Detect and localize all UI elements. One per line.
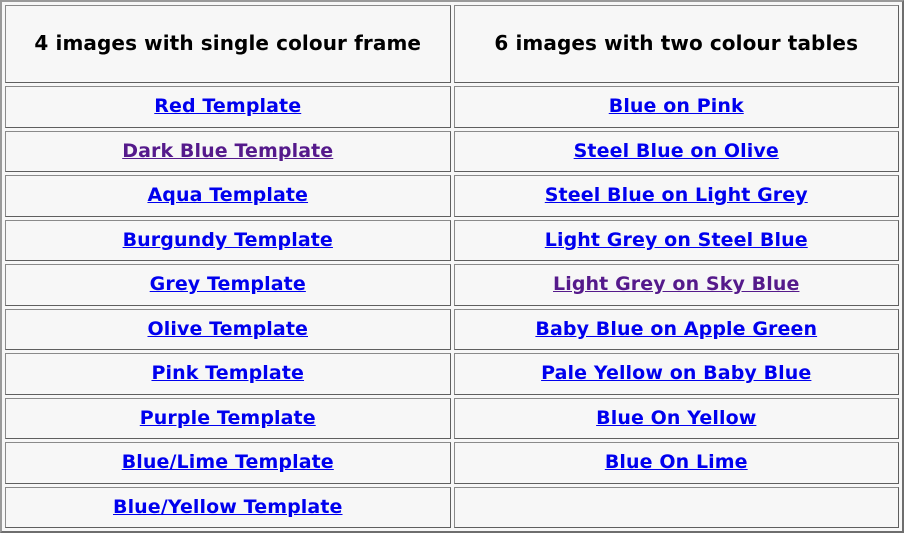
table-cell-left[interactable]: Purple Template bbox=[5, 397, 451, 439]
table-cell-left[interactable]: Grey Template bbox=[5, 264, 451, 306]
table-cell-right[interactable]: Blue On Yellow bbox=[453, 397, 899, 439]
template-link[interactable]: Purple Template bbox=[140, 407, 316, 429]
template-link[interactable]: Blue On Lime bbox=[605, 452, 748, 473]
template-link[interactable]: Pale Yellow on Baby Blue bbox=[541, 363, 811, 384]
template-link[interactable]: Blue/Lime Template bbox=[122, 452, 334, 473]
column-header-label: 6 images with two colour tables bbox=[494, 31, 859, 56]
table-cell-left[interactable]: Red Template bbox=[5, 86, 451, 128]
table-cell-left[interactable]: Burgundy Template bbox=[5, 219, 451, 261]
table-row: Red Template Blue on Pink bbox=[5, 86, 899, 128]
table-cell-left[interactable]: Dark Blue Template bbox=[5, 130, 451, 172]
template-link[interactable]: Dark Blue Template bbox=[122, 140, 333, 162]
table-cell-left[interactable]: Blue/Lime Template bbox=[5, 442, 451, 484]
table-cell-right bbox=[453, 486, 899, 528]
table-row: Olive Template Baby Blue on Apple Green bbox=[5, 308, 899, 350]
table-cell-left[interactable]: Olive Template bbox=[5, 308, 451, 350]
template-link[interactable]: Olive Template bbox=[148, 318, 309, 340]
table-cell-right[interactable]: Baby Blue on Apple Green bbox=[453, 308, 899, 350]
template-link[interactable]: Blue on Pink bbox=[609, 96, 744, 117]
table-header-row: 4 images with single colour frame 6 imag… bbox=[5, 5, 899, 83]
empty-cell-placeholder bbox=[461, 490, 893, 526]
table-cell-right[interactable]: Blue On Lime bbox=[453, 442, 899, 484]
template-link[interactable]: Blue/Yellow Template bbox=[113, 496, 343, 518]
template-link[interactable]: Light Grey on Steel Blue bbox=[545, 229, 808, 251]
template-link[interactable]: Baby Blue on Apple Green bbox=[535, 318, 817, 340]
table-row: Purple Template Blue On Yellow bbox=[5, 397, 899, 439]
template-link[interactable]: Light Grey on Sky Blue bbox=[553, 274, 799, 295]
column-header-two-colour-tables: 6 images with two colour tables bbox=[453, 5, 899, 83]
table-cell-left[interactable]: Blue/Yellow Template bbox=[5, 486, 451, 528]
table-row: Aqua Template Steel Blue on Light Grey bbox=[5, 175, 899, 217]
table-cell-left[interactable]: Aqua Template bbox=[5, 175, 451, 217]
template-links-container: 4 images with single colour frame 6 imag… bbox=[0, 0, 904, 533]
table-cell-right[interactable]: Pale Yellow on Baby Blue bbox=[453, 353, 899, 395]
template-link[interactable]: Steel Blue on Olive bbox=[574, 140, 779, 162]
column-header-single-colour-frame: 4 images with single colour frame bbox=[5, 5, 451, 83]
table-row: Dark Blue Template Steel Blue on Olive bbox=[5, 130, 899, 172]
table-row: Blue/Yellow Template bbox=[5, 486, 899, 528]
template-link[interactable]: Red Template bbox=[154, 96, 301, 117]
table-row: Pink Template Pale Yellow on Baby Blue bbox=[5, 353, 899, 395]
table-cell-right[interactable]: Steel Blue on Light Grey bbox=[453, 175, 899, 217]
column-header-label: 4 images with single colour frame bbox=[34, 31, 422, 56]
table-header-group: 4 images with single colour frame 6 imag… bbox=[5, 5, 899, 83]
table-cell-right[interactable]: Light Grey on Steel Blue bbox=[453, 219, 899, 261]
table-row: Grey Template Light Grey on Sky Blue bbox=[5, 264, 899, 306]
table-cell-right[interactable]: Steel Blue on Olive bbox=[453, 130, 899, 172]
template-link[interactable]: Blue On Yellow bbox=[596, 407, 756, 429]
template-link[interactable]: Pink Template bbox=[151, 363, 304, 384]
table-row: Burgundy Template Light Grey on Steel Blu… bbox=[5, 219, 899, 261]
template-link[interactable]: Aqua Template bbox=[147, 185, 308, 206]
template-link[interactable]: Grey Template bbox=[150, 274, 306, 295]
template-links-table: 4 images with single colour frame 6 imag… bbox=[0, 0, 904, 533]
table-cell-right[interactable]: Blue on Pink bbox=[453, 86, 899, 128]
table-cell-left[interactable]: Pink Template bbox=[5, 353, 451, 395]
table-row: Blue/Lime Template Blue On Lime bbox=[5, 442, 899, 484]
template-link[interactable]: Steel Blue on Light Grey bbox=[545, 185, 808, 206]
template-link[interactable]: Burgundy Template bbox=[123, 229, 333, 251]
table-body: Red Template Blue on Pink Dark Blue Templa… bbox=[5, 86, 899, 528]
table-cell-right[interactable]: Light Grey on Sky Blue bbox=[453, 264, 899, 306]
